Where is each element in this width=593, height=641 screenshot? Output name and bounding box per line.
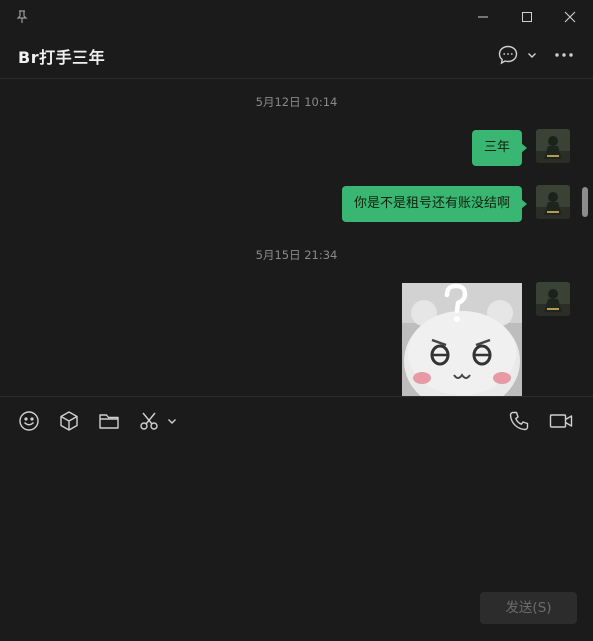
scrollbar[interactable] [582,187,588,217]
input-toolbar [0,396,593,447]
chevron-down-icon[interactable] [165,409,179,433]
pin-icon[interactable] [14,9,30,25]
emoji-icon[interactable] [17,409,41,433]
title-bar [0,0,593,34]
maximize-icon [521,8,533,27]
image-message[interactable] [402,283,522,396]
avatar[interactable] [536,129,570,163]
box-icon[interactable] [57,409,81,433]
timestamp: 5月12日 10:14 [255,95,338,109]
avatar[interactable] [536,282,570,316]
message-list[interactable]: 5月12日 10:14 三年 你是不是租号还有账没结啊 5月15日 21:34 [0,79,593,396]
scissors-icon[interactable] [137,409,161,433]
close-button[interactable] [550,0,590,34]
minimize-icon [477,8,489,27]
avatar[interactable] [536,185,570,219]
message-input[interactable] [0,447,593,587]
timestamp: 5月15日 21:34 [255,248,338,262]
chat-bubble-icon[interactable] [497,44,519,66]
chat-header: Br打手三年 [0,34,593,79]
message-bubble[interactable]: 三年 [471,130,528,166]
video-icon[interactable] [548,409,574,433]
message-bubble[interactable]: 你是不是租号还有账没结啊 [341,186,528,222]
close-icon [564,8,576,27]
more-icon[interactable] [553,44,575,66]
phone-icon[interactable] [507,409,531,433]
chevron-down-icon[interactable] [526,49,538,61]
chat-title: Br打手三年 [18,48,106,67]
send-button[interactable]: 发送(S) [480,592,577,624]
minimize-button[interactable] [463,0,503,34]
chat-window: Br打手三年 5月12日 10:14 三年 你是不是租号还有账没结啊 5月15日… [0,0,593,641]
folder-icon[interactable] [97,409,121,433]
maximize-button[interactable] [507,0,547,34]
